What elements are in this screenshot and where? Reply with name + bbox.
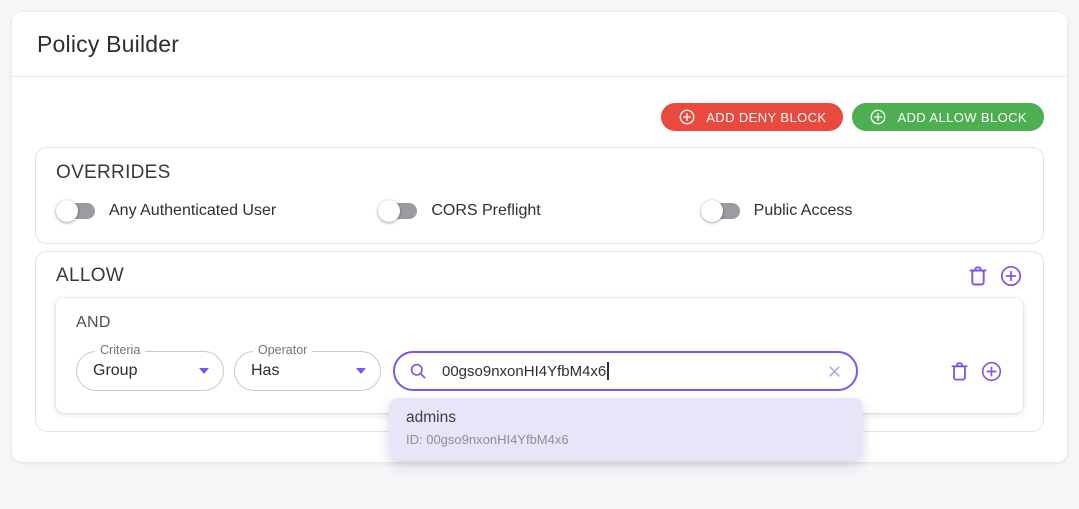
suggestion-id: ID: 00gso9nxonHI4YfbM4x6: [406, 432, 569, 447]
rule-row: Criteria Group Operator Has 00gso9nxonHI…: [76, 343, 1003, 460]
rule-group-card: AND Criteria Group Operator Has 00gso9nx…: [56, 298, 1023, 460]
search-icon: [410, 363, 426, 379]
toggle-item-public-access: Public Access: [700, 199, 1023, 223]
public-access-toggle[interactable]: [700, 199, 741, 223]
allow-block-section: ALLOW AND Criteria Group Operator Has 00…: [35, 251, 1044, 460]
criteria-select[interactable]: Criteria Group: [76, 343, 224, 391]
chevron-down-icon: [199, 368, 209, 374]
card-body: ADD DENY BLOCK ADD ALLOW BLOCK OVERRIDES…: [12, 103, 1067, 460]
toggle-label: CORS Preflight: [431, 202, 541, 219]
delete-rule-button[interactable]: [948, 360, 971, 383]
cors-preflight-toggle[interactable]: [378, 199, 418, 223]
operator-select-label: Operator: [253, 343, 313, 357]
operator-select-value: Has: [251, 362, 280, 379]
policy-builder-card: Policy Builder ADD DENY BLOCK ADD ALLOW …: [12, 12, 1067, 462]
toggle-item-any-authenticated-user: Any Authenticated User: [56, 199, 378, 223]
plus-circle-icon: [1000, 265, 1022, 287]
suggestion-item-admins[interactable]: admins ID: 00gso9nxonHI4YfbM4x6: [389, 398, 863, 460]
trash-icon: [951, 361, 968, 381]
toggle-thumb: [56, 200, 78, 222]
plus-circle-icon: [871, 109, 886, 125]
add-rule-group-button[interactable]: [999, 264, 1023, 288]
chevron-down-icon: [356, 368, 366, 374]
toggle-thumb: [700, 200, 723, 222]
add-deny-block-label: ADD DENY BLOCK: [706, 109, 827, 125]
operator-select[interactable]: Operator Has: [234, 343, 381, 391]
plus-circle-icon: [981, 361, 1002, 381]
add-rule-button[interactable]: [980, 360, 1003, 383]
toggle-label: Public Access: [753, 202, 853, 219]
group-search-wrap: 00gso9nxonHI4YfbM4x6 admins ID: 00gso9nx…: [389, 351, 863, 460]
toolbar: ADD DENY BLOCK ADD ALLOW BLOCK: [35, 103, 1044, 131]
plus-circle-icon: [679, 109, 695, 125]
suggestion-name: admins: [406, 409, 456, 426]
any-authenticated-user-toggle[interactable]: [56, 199, 96, 223]
trash-icon: [969, 266, 987, 286]
suggestion-dropdown: admins ID: 00gso9nxonHI4YfbM4x6: [389, 398, 863, 460]
overrides-section: OVERRIDES Any Authenticated User CORS Pr…: [35, 147, 1044, 244]
add-deny-block-button[interactable]: ADD DENY BLOCK: [661, 103, 844, 131]
criteria-select-label: Criteria: [95, 343, 146, 357]
rule-row-actions: [948, 360, 1003, 383]
card-header: Policy Builder: [12, 12, 1067, 77]
add-allow-block-label: ADD ALLOW BLOCK: [897, 109, 1027, 125]
add-allow-block-button[interactable]: ADD ALLOW BLOCK: [852, 103, 1044, 131]
search-input-value: 00gso9nxonHI4YfbM4x6: [442, 362, 607, 380]
clear-search-button[interactable]: [825, 362, 844, 381]
group-search-input[interactable]: 00gso9nxonHI4YfbM4x6: [393, 351, 858, 391]
overrides-toggles: Any Authenticated User CORS Preflight Pu…: [56, 199, 1023, 223]
allow-block-title: ALLOW: [56, 265, 125, 286]
conjunction-label: AND: [76, 314, 111, 331]
page-title: Policy Builder: [37, 30, 180, 57]
allow-block-actions: [966, 264, 1023, 288]
delete-allow-block-button[interactable]: [966, 264, 990, 288]
allow-block-header: ALLOW: [56, 264, 1023, 288]
toggle-item-cors-preflight: CORS Preflight: [378, 199, 700, 223]
criteria-select-value: Group: [93, 362, 138, 379]
close-icon: [829, 365, 840, 377]
toggle-label: Any Authenticated User: [109, 202, 277, 219]
overrides-title: OVERRIDES: [56, 162, 171, 183]
text-cursor: [607, 362, 609, 380]
